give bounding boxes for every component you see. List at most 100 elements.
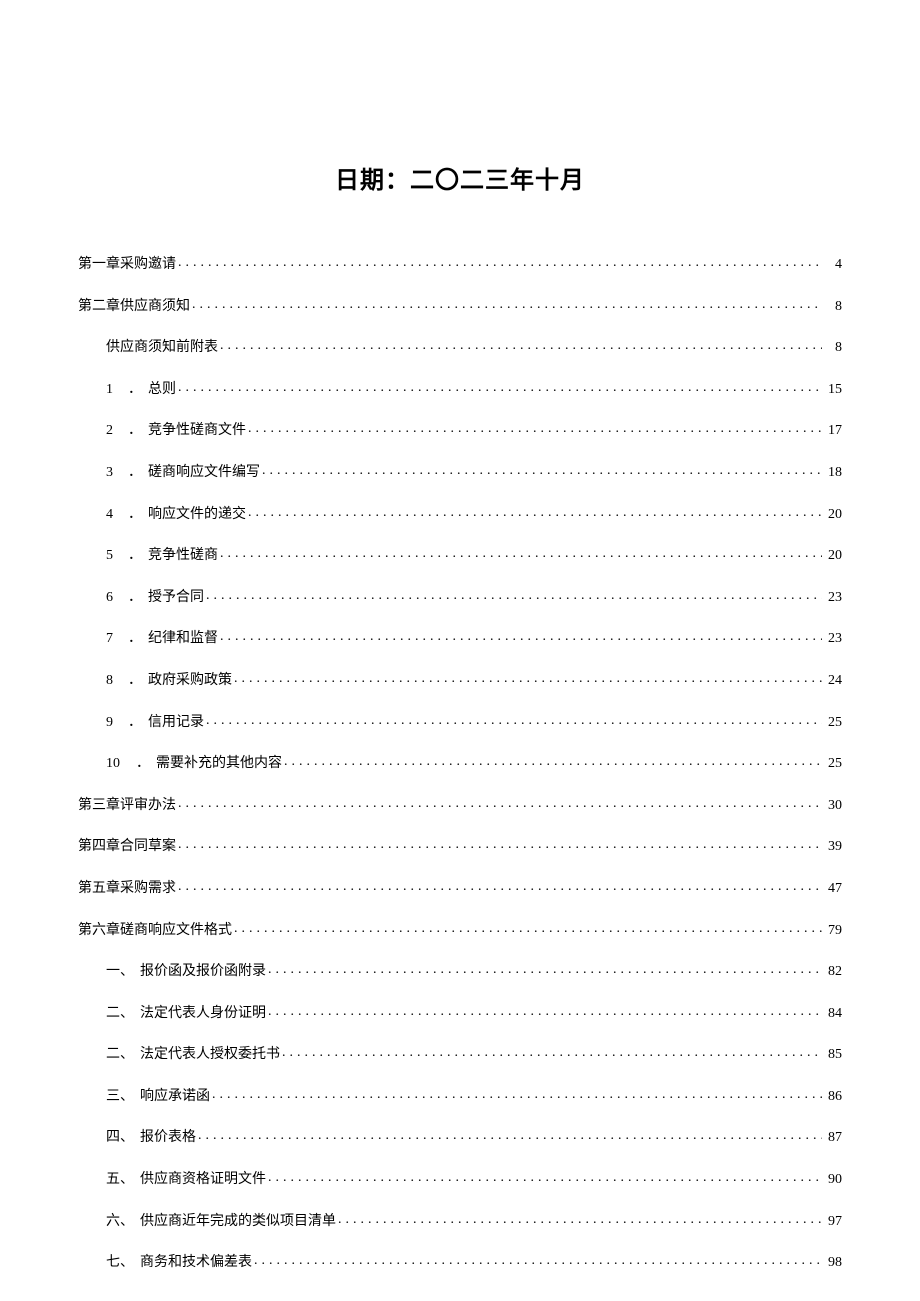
toc-label: 法定代表人身份证明 [140,1004,266,1024]
toc-page-number: 20 [824,546,842,566]
toc-prefix: 二、 [106,1004,134,1024]
toc-page-number: 87 [824,1128,842,1148]
toc-leader-dots [178,253,822,273]
toc-number: 4 [106,505,116,525]
toc-prefix: 六、 [106,1212,134,1232]
toc-leader-dots [268,960,822,980]
toc-number: 1 [106,380,116,400]
table-of-contents: 第一章采购邀请4 第二章供应商须知 8 供应商须知前附表 8 1 ． 总则 15 2．竞争性磋商文… [78,255,842,1273]
toc-entry: 七、商务和技术偏差表 98 [78,1253,842,1273]
toc-leader-dots [178,835,822,855]
toc-prefix: ． [128,546,142,566]
toc-entry: 第四章合同草案 39 [78,837,842,857]
toc-page-number: 24 [824,671,842,691]
toc-page-number: 20 [824,505,842,525]
toc-prefix: 四、 [106,1128,134,1148]
toc-page-number: 4 [824,255,842,275]
toc-number: 9 [106,713,116,733]
toc-label: 供应商须知前附表 [106,338,218,358]
toc-leader-dots [284,752,822,772]
toc-page-number: 84 [824,1004,842,1024]
toc-label: 竞争性磋商 [148,546,218,566]
toc-leader-dots [206,586,822,606]
toc-entry: 第一章采购邀请4 [78,255,842,275]
toc-page-number: 85 [824,1045,842,1065]
toc-label: 响应承诺函 [140,1087,210,1107]
toc-label: 信用记录 [148,713,204,733]
toc-page-number: 98 [824,1253,842,1273]
toc-label: 报价表格 [140,1128,196,1148]
toc-page-number: 23 [824,588,842,608]
toc-page-number: 23 [824,629,842,649]
toc-leader-dots [206,711,822,731]
toc-label: 第四章合同草案 [78,837,176,857]
toc-label: 法定代表人授权委托书 [140,1045,280,1065]
toc-page-number: 25 [824,754,842,774]
toc-leader-dots [198,1126,822,1146]
toc-prefix: ． [128,671,142,691]
toc-entry: 1 ． 总则 15 [78,380,842,400]
toc-number: 8 [106,671,116,691]
toc-entry: 供应商须知前附表 8 [78,338,842,358]
toc-label: 磋商响应文件编写 [148,463,260,483]
toc-label: 第二章供应商须知 [78,297,190,317]
toc-entry: 2．竞争性磋商文件17 [78,421,842,441]
toc-number: 2 [106,421,116,441]
toc-leader-dots [220,336,822,356]
toc-prefix: 五、 [106,1170,134,1190]
toc-label: 需要补充的其他内容 [156,754,282,774]
toc-page-number: 8 [824,338,842,358]
toc-leader-dots [254,1251,822,1271]
toc-label: 供应商近年完成的类似项目清单 [140,1212,336,1232]
toc-prefix: ． [128,380,142,400]
toc-entry: 9．信用记录25 [78,713,842,733]
toc-leader-dots [262,461,822,481]
toc-prefix: ． [128,463,142,483]
toc-prefix: 二、 [106,1045,134,1065]
toc-leader-dots [178,877,822,897]
toc-label: 第六章磋商响应文件格式 [78,921,232,941]
toc-leader-dots [248,419,822,439]
toc-prefix: ． [128,629,142,649]
toc-leader-dots [178,378,822,398]
toc-entry: 一、报价函及报价函附录82 [78,962,842,982]
toc-leader-dots [282,1043,822,1063]
page-title: 日期：二〇二三年十月 [78,160,842,195]
toc-entry: 6．授予合同23 [78,588,842,608]
toc-entry: 二、法定代表人授权委托书 85 [78,1045,842,1065]
toc-leader-dots [192,295,822,315]
toc-prefix: 一、 [106,962,134,982]
toc-number: 7 [106,629,116,649]
toc-prefix: 三、 [106,1087,134,1107]
toc-number: 5 [106,546,116,566]
toc-prefix: ． [128,713,142,733]
toc-label: 报价函及报价函附录 [140,962,266,982]
toc-prefix: 七、 [106,1253,134,1273]
toc-label: 商务和技术偏差表 [140,1253,252,1273]
toc-entry: 四、报价表格 87 [78,1128,842,1148]
toc-entry: 三、响应承诺函 86 [78,1087,842,1107]
toc-label: 政府采购政策 [148,671,232,691]
toc-entry: 7 ． 纪律和监督 23 [78,629,842,649]
toc-page-number: 15 [824,380,842,400]
toc-entry: 第六章磋商响应文件格式79 [78,921,842,941]
toc-leader-dots [268,1168,822,1188]
toc-entry: 8 ． 政府采购政策 24 [78,671,842,691]
toc-leader-dots [234,669,822,689]
toc-page-number: 39 [824,837,842,857]
toc-entry: 4．响应文件的递交20 [78,505,842,525]
toc-leader-dots [220,627,822,647]
toc-page-number: 17 [824,421,842,441]
toc-page-number: 8 [824,297,842,317]
toc-page-number: 86 [824,1087,842,1107]
toc-leader-dots [338,1210,822,1230]
toc-entry: 10 ． 需要补充的其他内容 25 [78,754,842,774]
toc-leader-dots [220,544,822,564]
toc-leader-dots [248,503,822,523]
toc-entry: 5 ． 竞争性磋商 20 [78,546,842,566]
toc-label: 纪律和监督 [148,629,218,649]
toc-leader-dots [212,1085,822,1105]
toc-label: 总则 [148,380,176,400]
toc-number: 10 [106,754,124,774]
toc-prefix: ． [136,754,150,774]
